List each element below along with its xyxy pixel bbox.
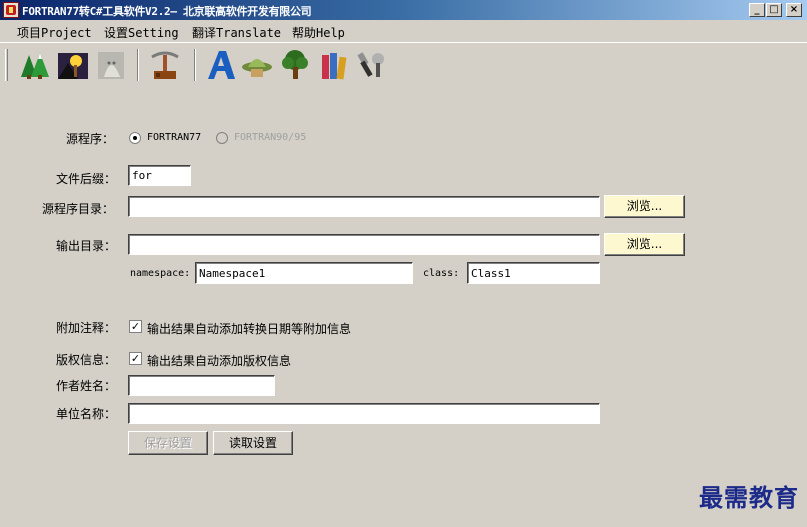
menu-translate[interactable]: 翻译Translate (192, 24, 281, 41)
copyright-label: 版权信息： (56, 353, 117, 367)
fortran77-radio[interactable] (129, 132, 141, 144)
menu-project[interactable]: 项目Project (17, 24, 92, 41)
toolbar-separator (194, 49, 196, 81)
note-checkbox[interactable]: ✓ (129, 320, 142, 333)
class-label: class: (423, 268, 460, 279)
author-input[interactable] (128, 375, 275, 396)
outdir-input[interactable] (128, 234, 600, 255)
minimize-button[interactable]: _ (749, 3, 765, 17)
namespace-label: namespace: (130, 268, 191, 279)
author-label: 作者姓名： (56, 379, 117, 393)
watermark-logo: 最需教育 (699, 483, 799, 512)
tools-icon[interactable] (354, 49, 388, 81)
namespace-input[interactable] (195, 262, 413, 284)
books-icon[interactable] (318, 49, 352, 81)
source-label: 源程序： (66, 132, 115, 146)
browse-srcdir-button[interactable]: 浏览... (604, 195, 685, 218)
org-input[interactable] (128, 403, 600, 424)
save-settings-button[interactable]: 保存设置 (128, 431, 208, 455)
ghost-icon[interactable] (94, 49, 128, 81)
fortran90-radio-label[interactable]: FORTRAN90/95 (234, 132, 306, 143)
note-checkbox-label[interactable]: 输出结果自动添加转换日期等附加信息 (147, 320, 351, 337)
note-label: 附加注释： (56, 321, 117, 335)
menu-bar: 项目Project 设置Setting 翻译Translate 帮助Help (0, 20, 807, 42)
toolbar-grip[interactable] (5, 49, 8, 81)
window-title: FORTRAN77转C#工具软件V2.2— 北京联高软件开发有限公司 (22, 5, 312, 18)
forest-icon[interactable] (18, 49, 52, 81)
org-label: 单位名称： (56, 407, 117, 421)
copyright-checkbox[interactable]: ✓ (129, 352, 142, 365)
close-button[interactable]: × (786, 3, 802, 17)
load-settings-button[interactable]: 读取设置 (213, 431, 293, 455)
fortran90-radio[interactable] (216, 132, 228, 144)
menu-help[interactable]: 帮助Help (292, 24, 345, 41)
srcdir-input[interactable] (128, 196, 600, 217)
maximize-button[interactable]: □ (766, 3, 782, 17)
copyright-checkbox-label[interactable]: 输出结果自动添加版权信息 (147, 352, 291, 369)
app-icon (3, 2, 19, 18)
ext-input[interactable] (128, 165, 191, 186)
fortran77-radio-label[interactable]: FORTRAN77 (147, 132, 201, 143)
letter-a-icon[interactable] (204, 49, 238, 81)
menu-setting[interactable]: 设置Setting (104, 24, 179, 41)
browse-outdir-button[interactable]: 浏览... (604, 233, 685, 256)
ext-label: 文件后缀： (56, 172, 117, 186)
title-bar[interactable]: FORTRAN77转C#工具软件V2.2— 北京联高软件开发有限公司 _ □ × (0, 0, 807, 20)
toolbar-separator (137, 49, 139, 81)
tree-icon[interactable] (278, 49, 312, 81)
hat-icon[interactable] (240, 49, 274, 81)
torch-night-icon[interactable] (56, 49, 90, 81)
class-input[interactable] (467, 262, 600, 284)
outdir-label: 输出目录： (56, 239, 117, 253)
pickaxe-icon[interactable] (148, 49, 182, 81)
srcdir-label: 源程序目录： (42, 202, 115, 216)
toolbar (0, 42, 807, 88)
